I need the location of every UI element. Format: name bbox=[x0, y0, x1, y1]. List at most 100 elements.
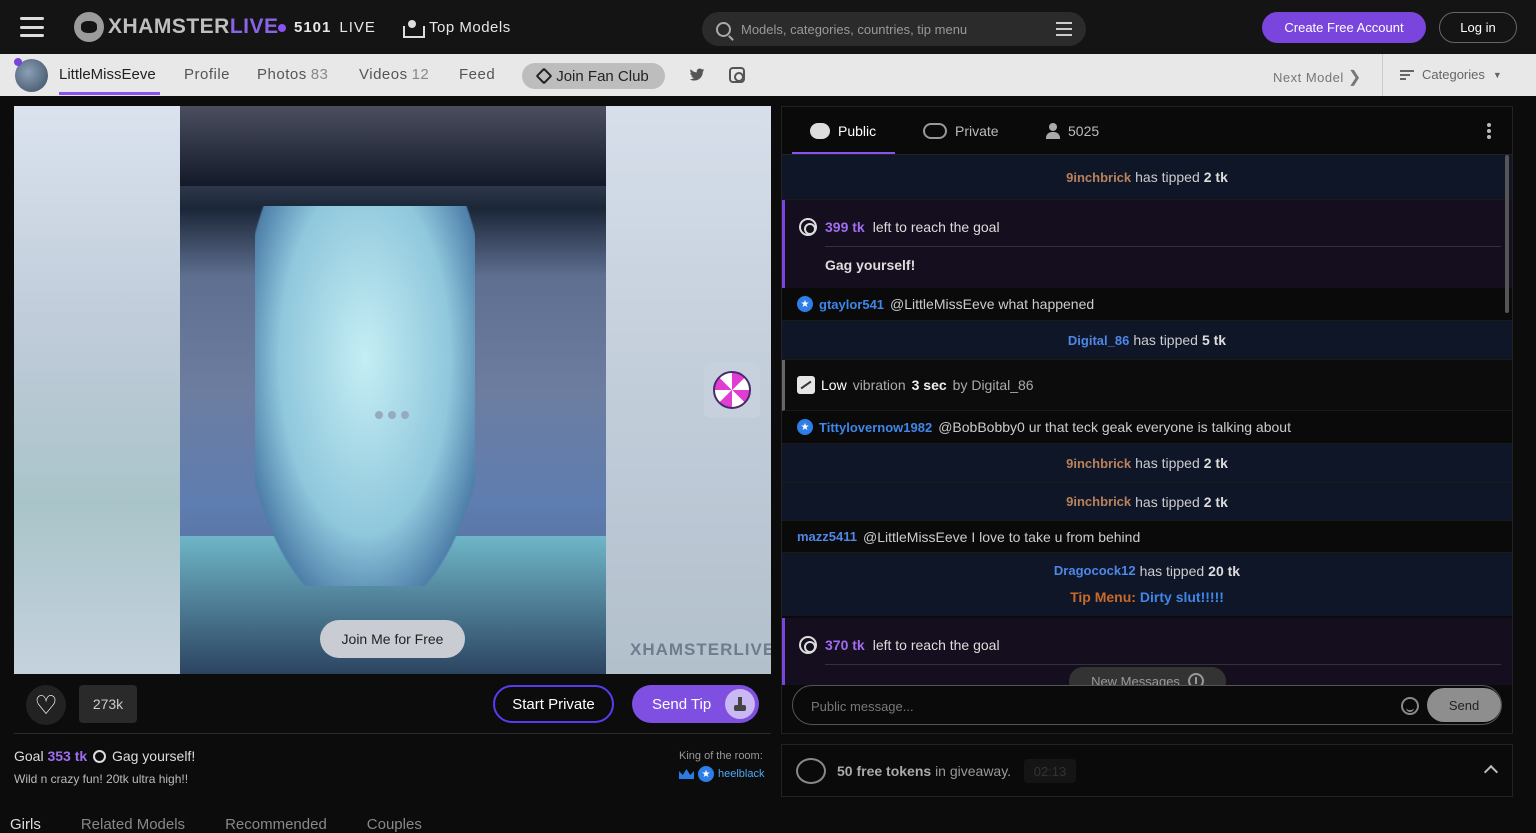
send-tip-button[interactable]: Send Tip bbox=[632, 685, 759, 723]
new-messages-button[interactable]: New Messages bbox=[1069, 667, 1226, 685]
fan-club-label: Join Fan Club bbox=[556, 67, 649, 85]
arrow-down-icon bbox=[1187, 673, 1204, 685]
chevron-right-icon: ❯ bbox=[1347, 69, 1362, 86]
public-message-input[interactable] bbox=[811, 696, 1381, 716]
likes-count: 273k bbox=[79, 685, 137, 723]
action-bar: 273k Start Private Send Tip bbox=[14, 674, 771, 734]
tab-public[interactable]: Public bbox=[810, 123, 876, 139]
goal-icon bbox=[93, 750, 107, 763]
podium-icon bbox=[403, 19, 425, 38]
loading-dots-icon bbox=[375, 411, 409, 419]
chevron-up-icon[interactable] bbox=[1483, 764, 1499, 780]
video-player[interactable]: Join Me for Free XHAMSTERLIVE bbox=[14, 106, 771, 674]
tab-girls[interactable]: Girls bbox=[10, 816, 41, 833]
emoji-icon[interactable] bbox=[1401, 697, 1419, 715]
video-subject bbox=[255, 206, 475, 586]
tip-amount: 2 tk bbox=[1203, 493, 1228, 510]
joystick-icon bbox=[725, 689, 755, 719]
model-bar: LittleMissEeve Profile Photos 83 Videos 12… bbox=[0, 54, 1536, 96]
tip-menu-item-line: Tip Menu: Dirty slut!!!!! bbox=[782, 589, 1512, 605]
login-button[interactable]: Log in bbox=[1439, 12, 1517, 43]
model-avatar[interactable] bbox=[14, 58, 48, 92]
filter-icon[interactable] bbox=[1056, 22, 1072, 36]
nav-profile[interactable]: Profile bbox=[184, 66, 230, 83]
tab-couples[interactable]: Couples bbox=[367, 816, 422, 833]
join-free-button[interactable]: Join Me for Free bbox=[320, 620, 465, 658]
goal-message: 399 tk left to reach the goal Gag yoursel… bbox=[782, 200, 1512, 288]
star-badge-icon: ★ bbox=[698, 766, 714, 782]
twitter-icon[interactable] bbox=[689, 67, 705, 83]
instagram-icon[interactable] bbox=[729, 67, 745, 83]
chat-username[interactable]: mazz5411 bbox=[797, 529, 857, 544]
categories-label: Categories bbox=[1422, 67, 1485, 82]
crown-icon bbox=[679, 769, 694, 779]
goal-name: Gag yourself! bbox=[825, 257, 916, 273]
tab-private[interactable]: Private bbox=[923, 123, 999, 139]
tip-menu-item: Dirty slut!!!!! bbox=[1139, 589, 1224, 605]
tab-related-models[interactable]: Related Models bbox=[81, 816, 185, 833]
send-button[interactable]: Send bbox=[1427, 688, 1501, 722]
tip-text: has tipped bbox=[1133, 332, 1198, 348]
model-name-underline bbox=[59, 92, 160, 95]
logo-text: XHAMSTERLIVE bbox=[108, 15, 279, 38]
tab-viewers[interactable]: 5025 bbox=[1046, 123, 1099, 139]
tip-text: has tipped bbox=[1135, 455, 1200, 471]
chat-username[interactable]: gtaylor541 bbox=[819, 297, 884, 312]
goal-left-text: left to reach the goal bbox=[872, 219, 1000, 235]
categories-dropdown[interactable]: Categories ▼ bbox=[1400, 67, 1502, 82]
top-bar: XHAMSTERLIVE 5101 LIVE Top Models Create… bbox=[0, 0, 1536, 54]
goal-line: Goal 353 tk Gag yourself! bbox=[14, 748, 195, 764]
video-blur-left bbox=[14, 106, 180, 674]
live-count[interactable]: 5101 LIVE bbox=[278, 19, 376, 36]
tab-public-label: Public bbox=[838, 123, 877, 139]
goal-amount: 353 tk bbox=[47, 748, 88, 764]
video-ceiling bbox=[180, 106, 606, 186]
create-account-button[interactable]: Create Free Account bbox=[1262, 12, 1426, 43]
join-fan-club-button[interactable]: Join Fan Club bbox=[522, 63, 665, 89]
live-count-number: 5101 bbox=[294, 19, 332, 36]
vibration-icon bbox=[797, 376, 815, 394]
tip-username[interactable]: Digital_86 bbox=[1068, 333, 1129, 348]
tip-username[interactable]: 9inchbrick bbox=[1066, 456, 1131, 471]
vibration-by: by Digital_86 bbox=[952, 377, 1034, 393]
more-options-icon[interactable] bbox=[1487, 123, 1491, 139]
nav-photos[interactable]: Photos 83 bbox=[257, 66, 328, 83]
chat-text: @BobBobby0 ur that teck geak everyone is… bbox=[938, 419, 1291, 435]
goal-left-amount: 370 tk bbox=[825, 637, 865, 653]
nav-videos[interactable]: Videos 12 bbox=[359, 66, 429, 83]
chat-username[interactable]: Tittylovernow1982 bbox=[819, 420, 932, 435]
next-model-link[interactable]: Next Model ❯ bbox=[1273, 67, 1362, 87]
tip-username[interactable]: Dragocock12 bbox=[1054, 563, 1136, 579]
live-count-label: LIVE bbox=[339, 19, 376, 36]
fortune-wheel-button[interactable] bbox=[704, 362, 760, 418]
giveaway-bar[interactable]: 50 free tokens in giveaway. 02:13 bbox=[781, 744, 1513, 797]
tip-username[interactable]: 9inchbrick bbox=[1066, 494, 1131, 509]
giveaway-timer: 02:13 bbox=[1024, 759, 1076, 783]
chat-scrollbar[interactable] bbox=[1505, 155, 1509, 313]
model-name[interactable]: LittleMissEeve bbox=[59, 66, 156, 83]
nav-feed[interactable]: Feed bbox=[459, 66, 495, 83]
goal-message-line: 370 tk left to reach the goal bbox=[799, 636, 1000, 654]
top-models-link[interactable]: Top Models bbox=[403, 19, 511, 38]
tip-message: Digital_86 has tipped 5 tk bbox=[782, 321, 1512, 360]
chat-panel: Public Private 5025 9inchbrick has tippe… bbox=[781, 106, 1513, 734]
king-user[interactable]: ★ heelblack bbox=[679, 766, 764, 782]
start-private-button[interactable]: Start Private bbox=[493, 685, 614, 723]
top-models-label: Top Models bbox=[429, 19, 511, 36]
chat-messages[interactable]: 9inchbrick has tipped 2 tk 399 tk left to… bbox=[782, 155, 1512, 685]
room-subtitle: Wild n crazy fun! 20tk ultra high!! bbox=[14, 772, 189, 786]
sort-icon bbox=[1400, 69, 1414, 80]
site-logo[interactable]: XHAMSTERLIVE bbox=[74, 12, 279, 42]
heart-icon[interactable] bbox=[26, 685, 66, 725]
viewer-count: 5025 bbox=[1068, 123, 1100, 139]
active-tab-underline bbox=[792, 152, 895, 154]
send-tip-label: Send Tip bbox=[652, 695, 712, 713]
tab-recommended[interactable]: Recommended bbox=[225, 816, 327, 833]
chat-message: ★ Tittylovernow1982 @BobBobby0 ur that t… bbox=[782, 411, 1512, 444]
search-input[interactable] bbox=[741, 21, 1056, 37]
chat-input-box: Send bbox=[792, 685, 1502, 725]
tip-message: 9inchbrick has tipped 2 tk bbox=[782, 483, 1512, 521]
caret-down-icon: ▼ bbox=[1492, 69, 1502, 80]
menu-icon[interactable] bbox=[20, 17, 44, 37]
tip-username[interactable]: 9inchbrick bbox=[1066, 170, 1131, 185]
